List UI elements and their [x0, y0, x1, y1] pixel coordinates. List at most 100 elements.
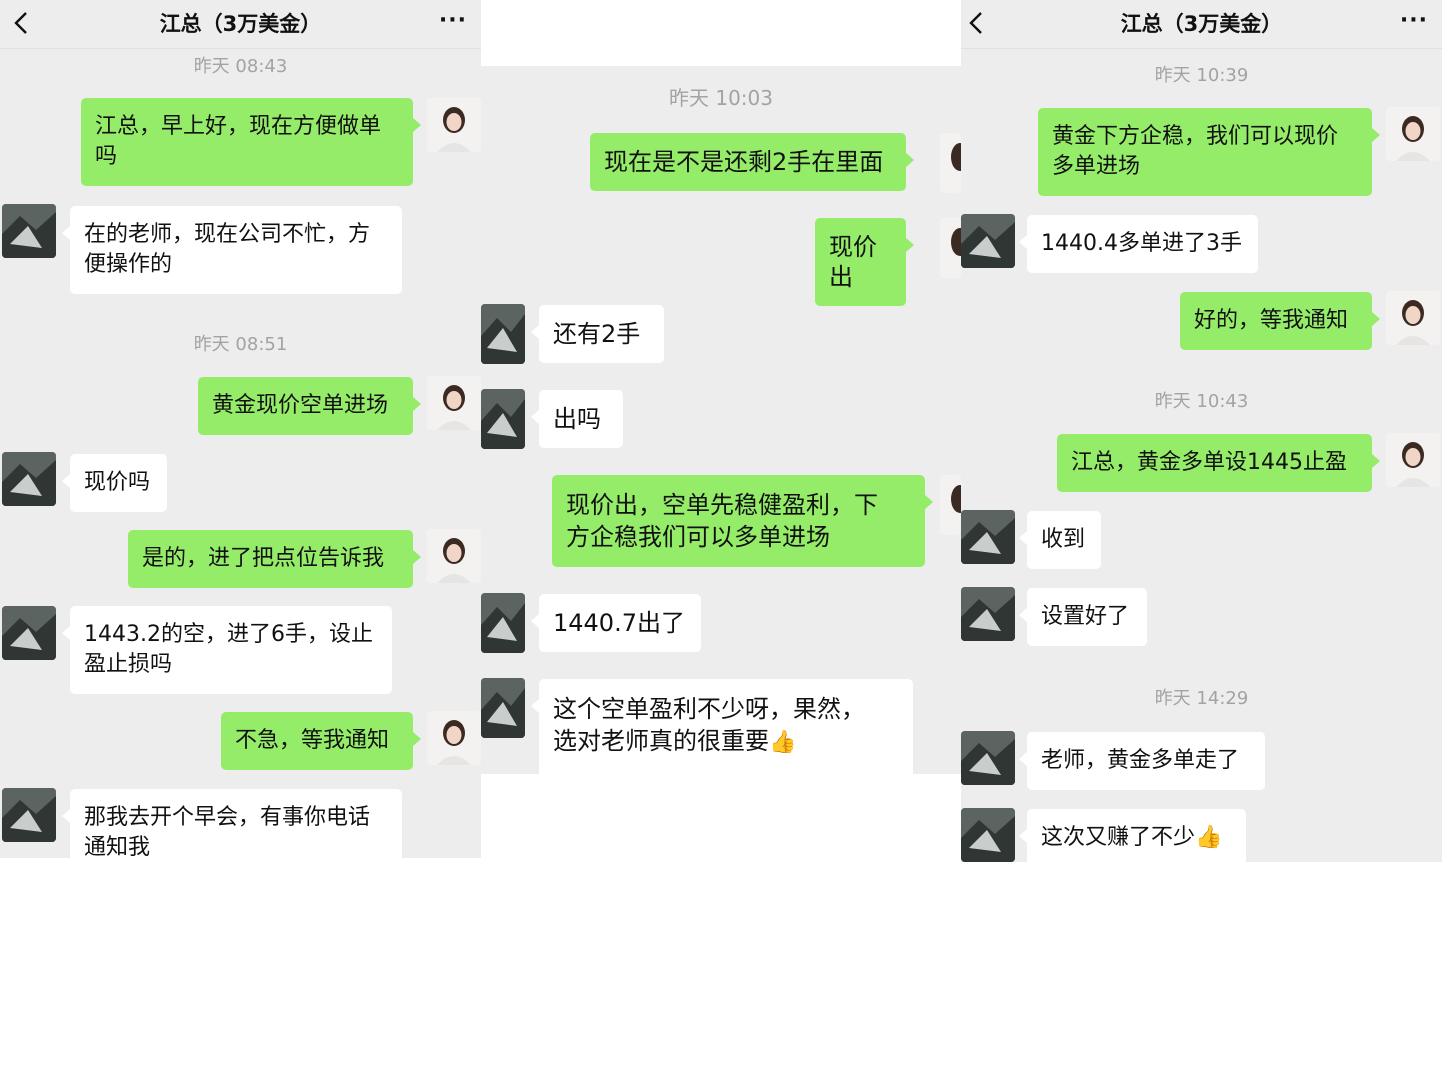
message-incoming[interactable]: 出吗	[531, 390, 623, 448]
message-text: 1443.2的空，进了6手，设止 盈止损吗	[84, 622, 373, 677]
teacher-avatar[interactable]	[940, 218, 961, 278]
timestamp: 昨天 10:03	[669, 86, 773, 110]
teacher-avatar[interactable]	[427, 529, 481, 583]
message-incoming[interactable]: 老师，黄金多单走了	[1019, 732, 1265, 790]
woman-portrait-icon	[940, 133, 961, 193]
teacher-avatar[interactable]	[940, 475, 961, 535]
message-outgoing[interactable]: 江总，早上好，现在方便做单 吗	[81, 98, 421, 186]
teacher-avatar[interactable]	[1386, 291, 1440, 345]
landscape-photo-icon	[2, 204, 56, 258]
message-text: 还有2手	[553, 320, 641, 348]
message-outgoing[interactable]: 黄金现价空单进场	[198, 377, 421, 435]
chat-panel-3: 江总（3万美金） ··· 昨天 10:39 黄金下方企稳，我们可以现价 多单进场…	[961, 0, 1442, 862]
thumbs-up-emoji-icon: 👍	[1195, 825, 1223, 850]
client-avatar[interactable]	[481, 593, 525, 653]
message-incoming[interactable]: 设置好了	[1019, 588, 1147, 646]
message-text: 黄金下方企稳，我们可以现价 多单进场	[1052, 124, 1339, 179]
message-outgoing[interactable]: 现价出，空单先稳健盈利，下 方企稳我们可以多单进场	[552, 475, 933, 567]
client-avatar[interactable]	[961, 808, 1015, 862]
teacher-avatar[interactable]	[1386, 433, 1440, 487]
landscape-photo-icon	[961, 214, 1015, 268]
client-avatar[interactable]	[481, 678, 525, 738]
teacher-avatar[interactable]	[427, 98, 481, 152]
chat-panel-1: 江总（3万美金） ··· 昨天 08:43 江总，早上好，现在方便做单 吗 在的…	[0, 0, 481, 858]
client-avatar[interactable]	[2, 606, 56, 660]
message-text: 收到	[1041, 527, 1086, 552]
woman-portrait-icon	[427, 376, 481, 430]
message-incoming[interactable]: 现价吗	[62, 454, 167, 512]
woman-portrait-icon	[940, 475, 961, 535]
message-incoming[interactable]: 1443.2的空，进了6手，设止 盈止损吗	[62, 606, 392, 694]
message-text: 设置好了	[1041, 604, 1130, 629]
message-text: 江总，黄金多单设1445止盈	[1071, 450, 1347, 475]
landscape-photo-icon	[2, 452, 56, 506]
message-text: 黄金现价空单进场	[212, 393, 389, 418]
message-text: 那我去开个早会，有事你电话 通知我	[84, 805, 371, 858]
message-outgoing[interactable]: 好的，等我通知	[1180, 292, 1380, 350]
message-text: 现价吗	[84, 470, 151, 495]
message-incoming[interactable]: 那我去开个早会，有事你电话 通知我	[62, 789, 402, 858]
landscape-photo-icon	[961, 808, 1015, 862]
chat-title: 江总（3万美金）	[1120, 12, 1283, 36]
message-incoming[interactable]: 还有2手	[531, 305, 664, 363]
more-options-icon[interactable]: ···	[439, 8, 467, 33]
client-avatar[interactable]	[2, 204, 56, 258]
timestamp: 昨天 14:29	[1154, 688, 1249, 709]
client-avatar[interactable]	[481, 389, 525, 449]
landscape-photo-icon	[481, 593, 525, 653]
thumbs-up-emoji-icon: 👍	[769, 730, 797, 755]
message-incoming[interactable]: 1440.4多单进了3手	[1019, 215, 1258, 273]
cropped-header-area	[481, 0, 961, 66]
message-text: 在的老师，现在公司不忙，方 便操作的	[84, 222, 371, 277]
client-avatar[interactable]	[961, 510, 1015, 564]
client-avatar[interactable]	[2, 452, 56, 506]
message-text: 好的，等我通知	[1194, 308, 1349, 333]
teacher-avatar[interactable]	[427, 711, 481, 765]
message-text: 出吗	[553, 405, 601, 433]
client-avatar[interactable]	[2, 788, 56, 842]
landscape-photo-icon	[481, 389, 525, 449]
woman-portrait-icon	[427, 529, 481, 583]
woman-portrait-icon	[1386, 107, 1440, 161]
landscape-photo-icon	[961, 510, 1015, 564]
woman-portrait-icon	[427, 98, 481, 152]
chat-header: 江总（3万美金） ···	[0, 0, 481, 49]
chat-title: 江总（3万美金）	[159, 12, 322, 36]
landscape-photo-icon	[481, 678, 525, 738]
message-text: 这个空单盈利不少呀，果然， 选对老师真的很重要	[553, 695, 865, 755]
message-incoming[interactable]: 这次又赚了不少👍	[1019, 809, 1246, 862]
landscape-photo-icon	[961, 731, 1015, 785]
woman-portrait-icon	[1386, 433, 1440, 487]
landscape-photo-icon	[2, 606, 56, 660]
message-incoming[interactable]: 收到	[1019, 511, 1101, 569]
teacher-avatar[interactable]	[427, 376, 481, 430]
message-text: 是的，进了把点位告诉我	[142, 546, 385, 571]
message-outgoing[interactable]: 黄金下方企稳，我们可以现价 多单进场	[1038, 108, 1380, 196]
teacher-avatar[interactable]	[1386, 107, 1440, 161]
message-incoming[interactable]: 这个空单盈利不少呀，果然， 选对老师真的很重要👍	[531, 679, 913, 774]
message-outgoing[interactable]: 现在是不是还剩2手在里面	[590, 133, 914, 191]
woman-portrait-icon	[427, 711, 481, 765]
message-text: 现价出	[829, 233, 877, 291]
client-avatar[interactable]	[961, 731, 1015, 785]
timestamp: 昨天 08:51	[193, 334, 288, 355]
chat-panel-2: 昨天 10:03 现在是不是还剩2手在里面 现价出 还有2手 出吗 现价出，空单…	[481, 0, 961, 774]
message-outgoing[interactable]: 现价出	[815, 218, 914, 306]
message-incoming[interactable]: 在的老师，现在公司不忙，方 便操作的	[62, 206, 402, 294]
client-avatar[interactable]	[481, 304, 525, 364]
message-text: 老师，黄金多单走了	[1041, 748, 1240, 773]
client-avatar[interactable]	[961, 214, 1015, 268]
message-outgoing[interactable]: 江总，黄金多单设1445止盈	[1057, 434, 1380, 492]
message-incoming[interactable]: 1440.7出了	[531, 594, 701, 652]
message-text: 不急，等我通知	[235, 728, 390, 753]
more-options-icon[interactable]: ···	[1400, 8, 1428, 33]
timestamp: 昨天 10:39	[1154, 65, 1249, 86]
message-outgoing[interactable]: 是的，进了把点位告诉我	[128, 530, 421, 588]
client-avatar[interactable]	[961, 587, 1015, 641]
message-text: 现在是不是还剩2手在里面	[604, 148, 884, 176]
landscape-photo-icon	[481, 304, 525, 364]
message-text: 1440.4多单进了3手	[1041, 231, 1242, 256]
message-outgoing[interactable]: 不急，等我通知	[221, 712, 421, 770]
teacher-avatar[interactable]	[940, 133, 961, 193]
message-text: 1440.7出了	[553, 609, 685, 637]
